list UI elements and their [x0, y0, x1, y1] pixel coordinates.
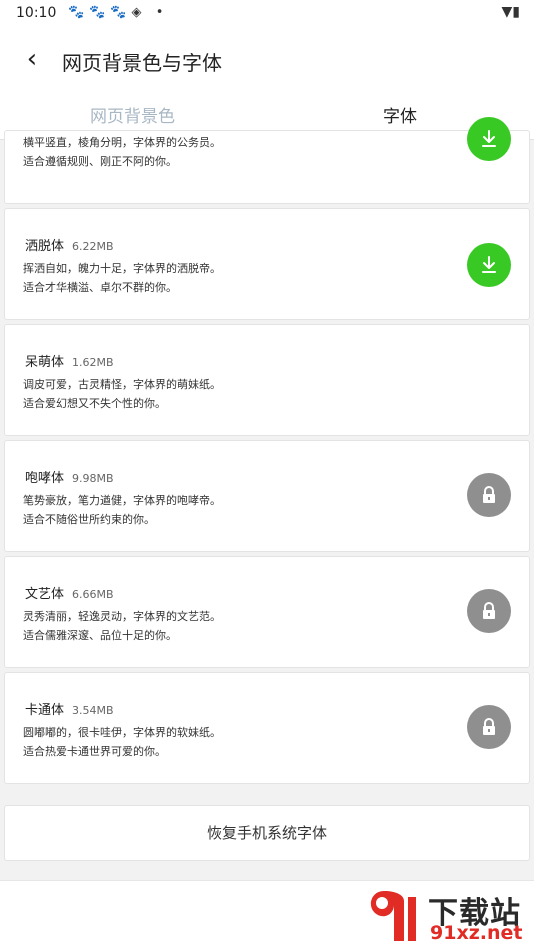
- notification-icons: 🐾🐾🐾◈ •: [68, 5, 169, 20]
- font-desc-line1: 笔势豪放，笔力遒健，字体界的咆哮帝。: [23, 494, 221, 507]
- lock-button[interactable]: [467, 705, 511, 749]
- font-desc-line1: 调皮可爱，古灵精怪，字体界的萌妹纸。: [23, 378, 221, 391]
- download-icon: [482, 256, 496, 273]
- status-time: 10:10: [16, 5, 57, 21]
- font-desc-line2: 适合遵循规则、刚正不阿的你。: [23, 155, 177, 168]
- lock-button[interactable]: [467, 589, 511, 633]
- font-card[interactable]: 咆哮体 9.98MB 笔势豪放，笔力遒健，字体界的咆哮帝。 适合不随俗世所约束的你…: [4, 440, 530, 552]
- font-size: 6.22MB: [72, 240, 114, 253]
- wifi-battery-icons: ▼▮: [501, 4, 520, 20]
- restore-label: 恢复手机系统字体: [206, 824, 327, 842]
- tab-background-color[interactable]: 网页背景色: [90, 102, 175, 127]
- font-desc-line2: 适合热爱卡通世界可爱的你。: [23, 745, 166, 758]
- font-desc-line1: 灵秀清丽，轻逸灵动，字体界的文艺范。: [23, 610, 221, 623]
- font-size: 3.54MB: [72, 704, 114, 717]
- status-bar: 10:10 🐾🐾🐾◈ • ▼▮: [0, 0, 534, 28]
- font-desc-line1: 挥洒自如，魄力十足，字体界的洒脱帝。: [23, 262, 221, 275]
- font-size: 9.98MB: [72, 472, 114, 485]
- font-card[interactable]: 洒脱体 6.22MB 挥洒自如，魄力十足，字体界的洒脱帝。 适合才华横溢、卓尔不群…: [4, 208, 530, 320]
- font-desc-line2: 适合爱幻想又不失个性的你。: [23, 397, 166, 410]
- lock-icon: [483, 718, 495, 735]
- font-name: 洒脱体 6.22MB: [25, 235, 114, 254]
- font-card[interactable]: 文艺体 6.66MB 灵秀清丽，轻逸灵动，字体界的文艺范。 适合儒雅深邃、品位十足…: [4, 556, 530, 668]
- download-icon: [482, 130, 496, 147]
- font-size: 6.66MB: [72, 588, 114, 601]
- font-card[interactable]: 横平竖直，棱角分明，字体界的公务员。 适合遵循规则、刚正不阿的你。: [4, 117, 530, 204]
- lock-icon: [483, 486, 495, 503]
- font-list[interactable]: 横平竖直，棱角分明，字体界的公务员。 适合遵循规则、刚正不阿的你。 洒脱体 6.2…: [0, 117, 534, 800]
- font-desc-line2: 适合不随俗世所约束的你。: [23, 513, 155, 526]
- font-desc-line2: 适合才华横溢、卓尔不群的你。: [23, 281, 177, 294]
- font-name-label: 洒脱体: [25, 239, 65, 254]
- lock-button[interactable]: [467, 473, 511, 517]
- font-name-label: 咆哮体: [25, 471, 65, 486]
- download-button[interactable]: [467, 243, 511, 287]
- font-name: 卡通体 3.54MB: [25, 699, 114, 718]
- restore-system-font-button[interactable]: 恢复手机系统字体: [4, 805, 530, 861]
- font-card[interactable]: 呆萌体 1.62MB 调皮可爱，古灵精怪，字体界的萌妹纸。 适合爱幻想又不失个性的…: [4, 324, 530, 436]
- font-name: 文艺体 6.66MB: [25, 583, 114, 602]
- page-title: 网页背景色与字体: [62, 51, 222, 75]
- tab-font[interactable]: 字体: [383, 102, 417, 127]
- font-desc-line2: 适合儒雅深邃、品位十足的你。: [23, 629, 177, 642]
- font-card[interactable]: 卡通体 3.54MB 圆嘟嘟的，很卡哇伊，字体界的软妹纸。 适合热爱卡通世界可爱的…: [4, 672, 530, 784]
- watermark-url: 91xz.net: [430, 922, 523, 944]
- download-button[interactable]: [467, 117, 511, 161]
- font-name-label: 文艺体: [25, 587, 65, 602]
- font-name-label: 呆萌体: [25, 355, 65, 370]
- back-icon[interactable]: ‹: [18, 46, 46, 74]
- font-size: 1.62MB: [72, 356, 114, 369]
- app-header: ‹ 网页背景色与字体 网页背景色 字体: [0, 28, 534, 140]
- watermark-logo: [370, 891, 416, 941]
- font-name-label: 卡通体: [25, 703, 65, 718]
- font-desc-line1: 圆嘟嘟的，很卡哇伊，字体界的软妹纸。: [23, 726, 221, 739]
- font-desc-line1: 横平竖直，棱角分明，字体界的公务员。: [23, 136, 221, 149]
- lock-icon: [483, 602, 495, 619]
- font-name: 咆哮体 9.98MB: [25, 467, 114, 486]
- font-name: 呆萌体 1.62MB: [25, 351, 114, 370]
